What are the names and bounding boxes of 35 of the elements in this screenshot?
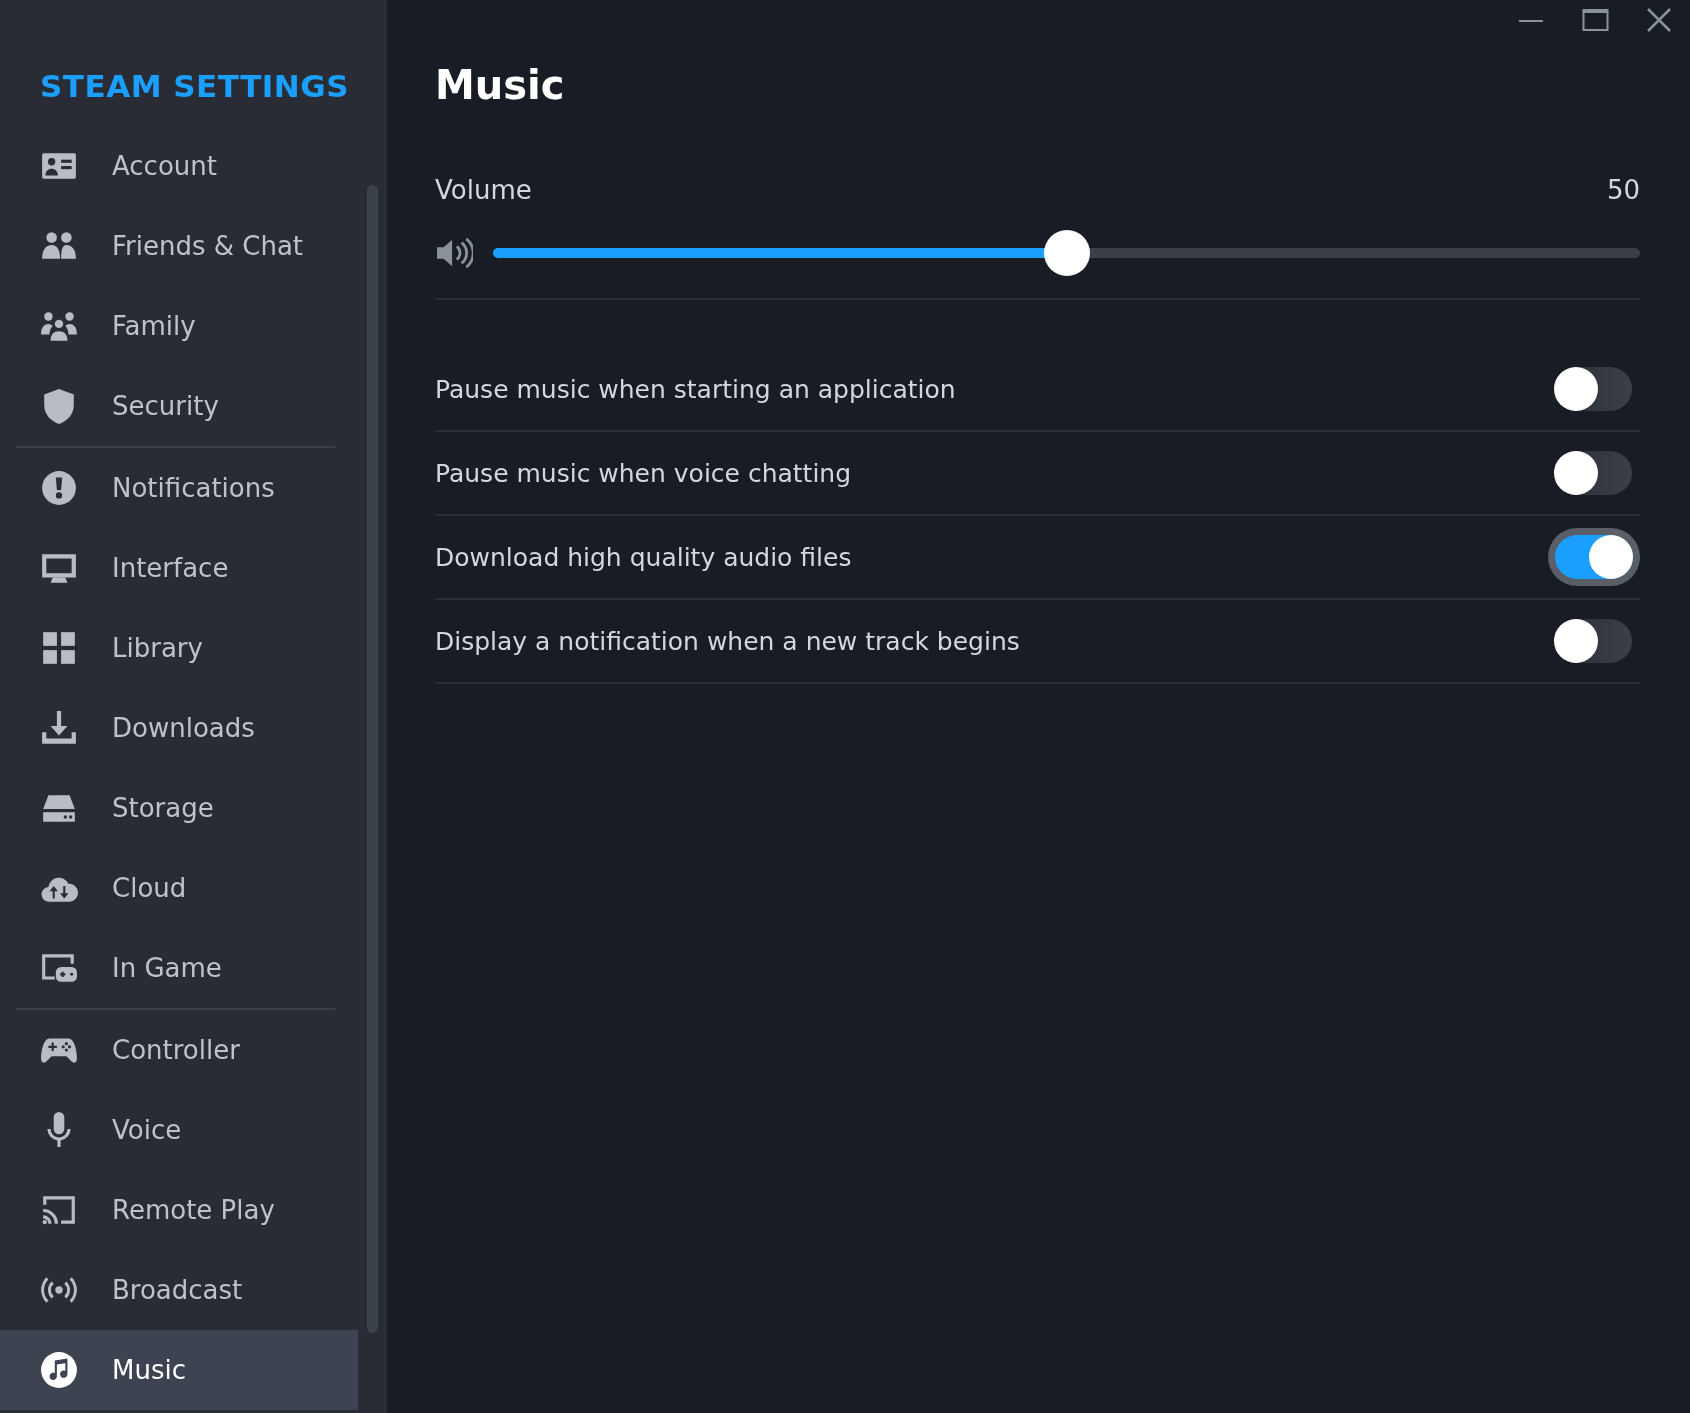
- sidebar-item[interactable]: Controller: [0, 1010, 339, 1090]
- sidebar-item[interactable]: Voice: [0, 1090, 339, 1170]
- sidebar-item[interactable]: Friends & Chat: [0, 206, 355, 286]
- sidebar-item[interactable]: Cloud: [0, 848, 339, 928]
- speaker-icon: [435, 236, 473, 270]
- sidebar-item[interactable]: Broadcast: [0, 1250, 339, 1330]
- setting-label: Pause music when voice chatting: [435, 458, 852, 488]
- toggle-switch[interactable]: [1554, 367, 1632, 411]
- sidebar-item[interactable]: In Game: [0, 928, 339, 1008]
- download-icon: [40, 709, 78, 747]
- minimize-icon: [1519, 20, 1543, 22]
- sidebar-item[interactable]: Family: [0, 286, 355, 366]
- sidebar-item[interactable]: Security: [0, 366, 355, 446]
- sidebar-item[interactable]: Interface: [0, 528, 339, 608]
- volume-reading: 50: [1606, 174, 1640, 207]
- toggle-switch[interactable]: [1554, 451, 1632, 495]
- slider-thumb[interactable]: [1043, 230, 1090, 276]
- sidebar-item[interactable]: Downloads: [0, 688, 339, 768]
- sidebar-item[interactable]: Notifications: [0, 448, 339, 528]
- scrollbar[interactable]: [367, 185, 378, 1333]
- setting-label: Pause music when starting an application: [435, 374, 956, 404]
- sidebar-item[interactable]: Music: [0, 1330, 358, 1410]
- sidebar-heading: STEAM SETTINGS: [39, 67, 351, 106]
- page-title: Music: [435, 61, 566, 110]
- exclamation-circle-icon: [40, 469, 78, 507]
- grid-icon: [40, 629, 78, 667]
- setting-label: Download high quality audio files: [435, 542, 852, 572]
- setting-label: Display a notification when a new track begins: [435, 626, 1020, 656]
- music-note-icon: [40, 1351, 78, 1389]
- sidebar-item[interactable]: Storage: [0, 768, 339, 848]
- sidebar-item[interactable]: Account: [0, 126, 355, 206]
- toggle-switch[interactable]: [1554, 619, 1632, 663]
- sidebar-item[interactable]: Remote Play: [0, 1170, 339, 1250]
- volume-label: Volume: [435, 174, 532, 207]
- sidebar-item[interactable]: Library: [0, 608, 339, 688]
